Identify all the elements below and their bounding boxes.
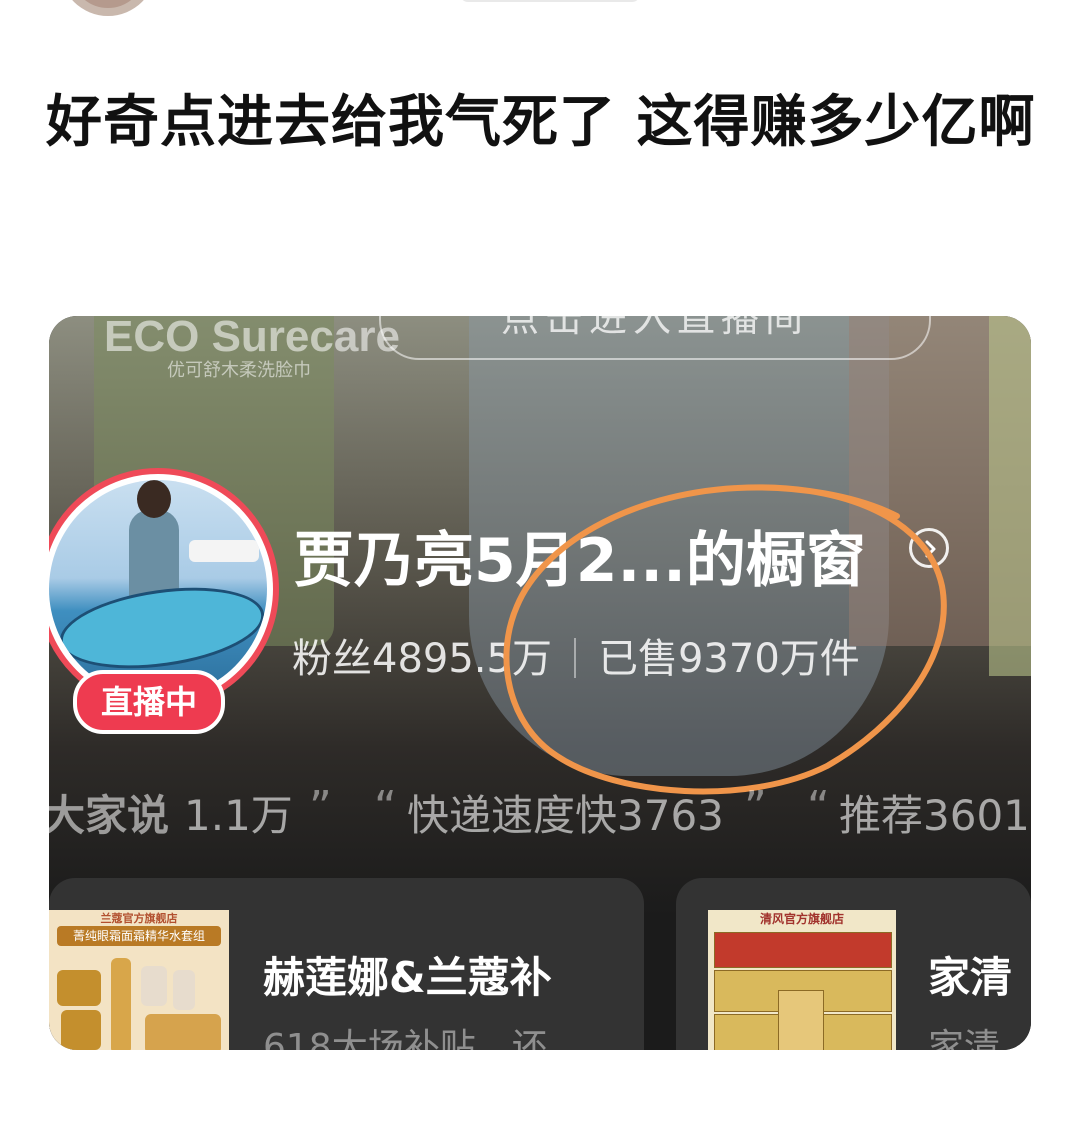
streamer-avatar-photo <box>49 480 267 698</box>
product-thumbnail: 清风官方旗舰店 <box>708 910 896 1050</box>
product-card[interactable]: 清风官方旗舰店 家清 家清 <box>676 878 1031 1050</box>
review-item: 推荐3601 <box>839 791 1030 840</box>
quote-icon: “ <box>807 782 830 833</box>
background-brand-subtext: 优可舒木柔洗脸巾 <box>167 360 311 381</box>
review-ticker: 大家说 1.1万 ” “ 快递速度快3763 ” “ 推荐3601 <box>49 782 1031 842</box>
shop-card[interactable]: ECO Surecare 优可舒木柔洗脸巾 点击进入直播间 直播中 贾乃亮5月2… <box>49 316 1031 1050</box>
thumbnail-store-name: 兰蔻官方旗舰店 <box>100 912 178 925</box>
review-item: 1.1万 <box>184 791 293 840</box>
author-avatar[interactable] <box>60 0 156 16</box>
author-name[interactable] <box>460 0 640 2</box>
post-text: 好奇点进去给我气死了 这得赚多少亿啊 <box>46 90 1036 155</box>
product-card[interactable]: 兰蔻官方旗舰店 菁纯眼霜面霜精华水套组 赫莲娜&兰蔻补 618大场补贴，还 <box>49 878 644 1050</box>
quote-icon: “ <box>374 782 397 833</box>
product-name: 家清 <box>928 953 1013 1002</box>
quote-icon: ” <box>744 782 767 833</box>
review-item: 快递速度快3763 <box>407 791 724 840</box>
product-thumbnail: 兰蔻官方旗舰店 菁纯眼霜面霜精华水套组 <box>49 910 229 1050</box>
annotation-circle <box>503 484 947 795</box>
product-name: 赫莲娜&兰蔻补 <box>263 953 552 1002</box>
thumbnail-product-name: 菁纯眼霜面霜精华水套组 <box>57 926 221 946</box>
live-status-badge: 直播中 <box>73 670 225 734</box>
enter-live-room-button[interactable]: 点击进入直播间 <box>379 316 931 360</box>
reviews-label: 大家说 <box>49 791 170 840</box>
product-subtitle: 618大场补贴，还 <box>263 1027 548 1050</box>
quote-icon: ” <box>309 782 332 833</box>
thumbnail-store-name: 清风官方旗舰店 <box>759 912 844 926</box>
product-subtitle: 家清 <box>928 1027 1001 1050</box>
